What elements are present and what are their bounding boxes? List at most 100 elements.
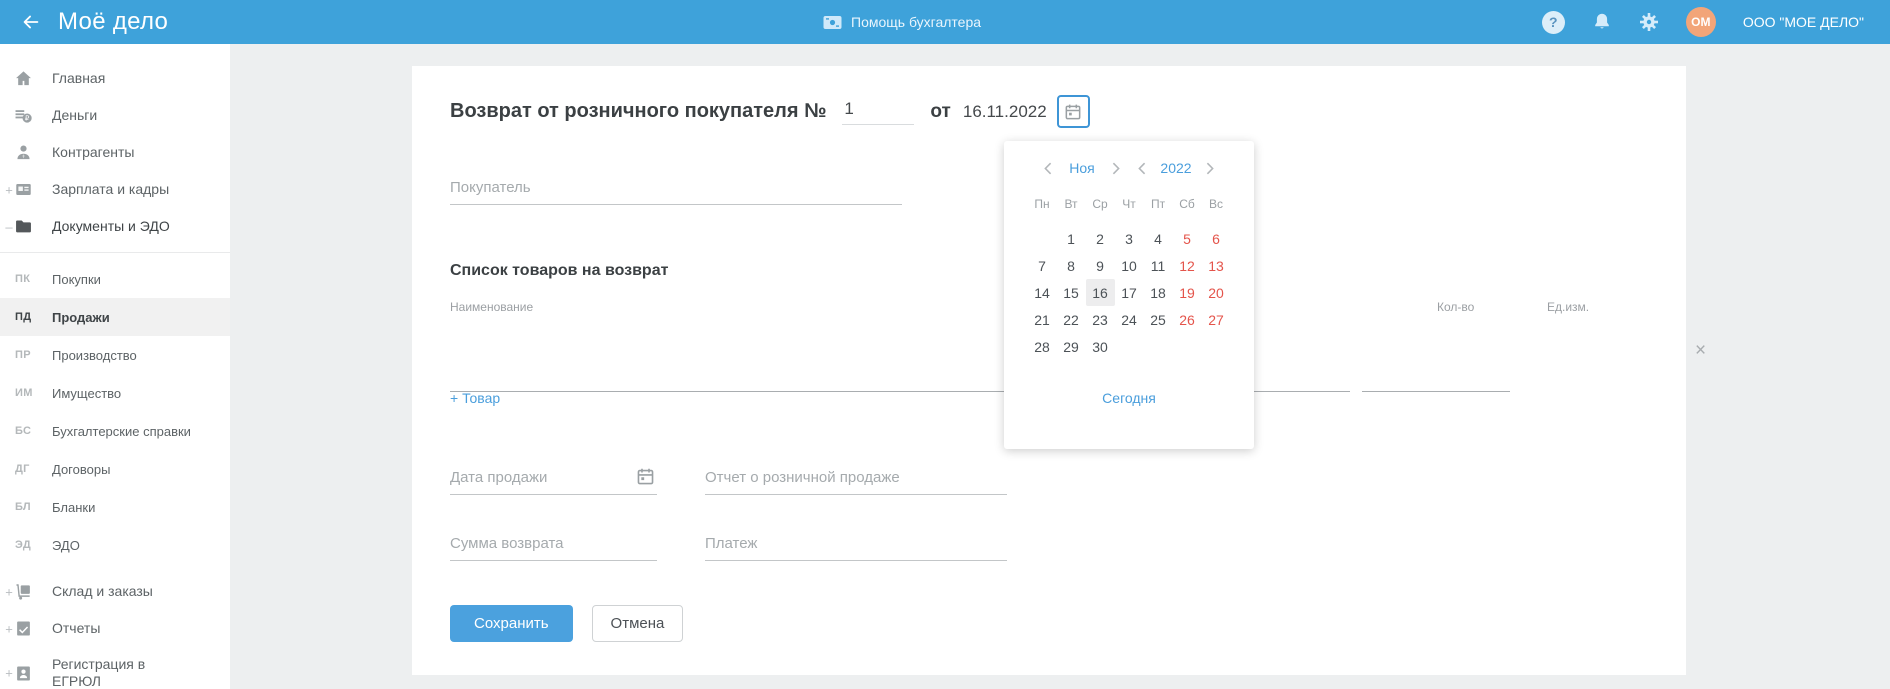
sidebar-item-salary[interactable]: + Зарплата и кадры (0, 171, 230, 208)
prev-year-chevron-icon[interactable] (1131, 159, 1153, 177)
sidebar-subitem-бл[interactable]: БЛ Бланки (0, 488, 230, 526)
contractors-icon (15, 144, 32, 161)
sidebar-subitem-эд[interactable]: ЭД ЭДО (0, 526, 230, 564)
weekday-header: Вт (1064, 197, 1078, 211)
calendar-day[interactable]: 27 (1202, 306, 1231, 333)
calendar-day[interactable]: 10 (1115, 252, 1144, 279)
next-month-chevron-icon[interactable] (1105, 159, 1127, 177)
back-arrow-icon[interactable] (20, 11, 42, 33)
subitem-prefix: БЛ (15, 501, 31, 513)
calendar-day[interactable]: 14 (1028, 279, 1057, 306)
calendar-day[interactable]: 25 (1144, 306, 1173, 333)
expand-indicator[interactable]: + (4, 666, 14, 681)
calendar-day[interactable]: 20 (1202, 279, 1231, 306)
expand-indicator[interactable]: + (4, 182, 14, 197)
calendar-day[interactable]: 29 (1057, 333, 1086, 360)
calendar-day[interactable]: 11 (1144, 252, 1173, 279)
sidebar-item-warehouse[interactable]: + Склад и заказы (0, 573, 230, 610)
calendar-day[interactable]: 6 (1202, 225, 1231, 252)
app-logo[interactable]: Моё дело (58, 8, 168, 36)
weekday-header: Вс (1208, 197, 1223, 211)
calendar-day[interactable]: 2 (1086, 225, 1115, 252)
column-label-quantity: Кол-во (1437, 300, 1475, 314)
document-number-input[interactable] (842, 98, 915, 125)
subitem-label: Продажи (52, 309, 110, 325)
calendar-day[interactable]: 13 (1202, 252, 1231, 279)
refund-amount-input[interactable] (450, 535, 657, 561)
page-title: Возврат от розничного покупателя № (450, 100, 827, 122)
date-picker-button[interactable] (1056, 95, 1090, 128)
sidebar-item-documents[interactable]: – Документы и ЭДО (0, 208, 230, 245)
accountant-help-link[interactable]: Помощь бухгалтера (823, 0, 981, 44)
expand-indicator[interactable]: – (4, 219, 14, 234)
subitem-prefix: ИМ (15, 387, 33, 399)
sidebar-item-label: Деньги (52, 107, 98, 123)
calendar-day[interactable]: 12 (1173, 252, 1202, 279)
calendar-day[interactable]: 19 (1173, 279, 1202, 306)
sidebar-subitem-пк[interactable]: ПК Покупки (0, 260, 230, 298)
calendar-day[interactable]: 8 (1057, 252, 1086, 279)
subitem-label: Производство (52, 347, 137, 363)
calendar-empty-cell (1173, 333, 1202, 360)
sidebar-item-label: Главная (52, 70, 106, 86)
reports-icon (15, 620, 32, 637)
calendar-day[interactable]: 16 (1085, 279, 1115, 306)
buyer-input[interactable] (450, 179, 902, 205)
calendar-month-label[interactable]: Ноя (1063, 160, 1101, 176)
sidebar-subitem-пд[interactable]: ПД Продажи (0, 298, 230, 336)
user-avatar[interactable]: ОМ (1685, 7, 1716, 37)
calendar-day[interactable]: 9 (1086, 252, 1115, 279)
sidebar-item-home[interactable]: Главная (0, 60, 230, 97)
retail-sale-report-input[interactable] (705, 469, 1007, 495)
calendar-day[interactable]: 26 (1173, 306, 1202, 333)
document-date-value[interactable]: 16.11.2022 (963, 102, 1047, 122)
delete-row-icon[interactable]: × (1695, 341, 1706, 360)
calendar-day[interactable]: 17 (1115, 279, 1144, 306)
add-product-link[interactable]: + Товар (450, 390, 500, 406)
sidebar-item-reports[interactable]: + Отчеты (0, 610, 230, 647)
calendar-day[interactable]: 22 (1057, 306, 1086, 333)
calendar-day[interactable]: 21 (1028, 306, 1057, 333)
sidebar-subitem-бс[interactable]: БС Бухгалтерские справки (0, 412, 230, 450)
expand-indicator[interactable]: + (4, 621, 14, 636)
next-year-chevron-icon[interactable] (1199, 159, 1221, 177)
payment-input[interactable] (705, 535, 1007, 561)
registration-icon (15, 665, 32, 682)
save-button[interactable]: Сохранить (450, 605, 573, 642)
calendar-day[interactable]: 5 (1173, 225, 1202, 252)
calendar-day[interactable]: 15 (1057, 279, 1086, 306)
sidebar: Главная ₽ Деньги Контрагенты + Зарплата и кад… (0, 44, 230, 689)
subitem-prefix: ДГ (15, 463, 30, 475)
prev-month-chevron-icon[interactable] (1037, 159, 1059, 177)
sidebar-item-registration[interactable]: + Регистрация в ЕГРЮЛ (0, 647, 230, 689)
calendar-day[interactable]: 3 (1115, 225, 1144, 252)
sidebar-subitem-пр[interactable]: ПР Производство (0, 336, 230, 374)
organization-name[interactable]: ООО "МОЕ ДЕЛО" (1743, 14, 1864, 30)
settings-gear-icon[interactable] (1639, 12, 1659, 32)
notifications-bell-icon[interactable] (1592, 12, 1612, 32)
product-quantity-input[interactable] (1362, 366, 1510, 392)
calendar-day[interactable]: 23 (1086, 306, 1115, 333)
sidebar-subitem-дг[interactable]: ДГ Договоры (0, 450, 230, 488)
expand-indicator[interactable]: + (4, 584, 14, 599)
sale-date-calendar-icon[interactable] (636, 467, 655, 486)
sale-date-input[interactable] (450, 469, 657, 495)
calendar-year-label[interactable]: 2022 (1157, 160, 1195, 176)
svg-text:₽: ₽ (25, 114, 30, 123)
cancel-button[interactable]: Отмена (591, 605, 684, 642)
calendar-day[interactable]: 24 (1115, 306, 1144, 333)
calendar-empty-cell (1028, 225, 1057, 252)
calendar-day[interactable]: 1 (1057, 225, 1086, 252)
calendar-day[interactable]: 7 (1028, 252, 1057, 279)
subitem-label: Имущество (52, 385, 122, 401)
calendar-today-link[interactable]: Сегодня (1004, 390, 1254, 406)
help-icon[interactable]: ? (1541, 10, 1565, 34)
calendar-day[interactable]: 28 (1028, 333, 1057, 360)
subitem-prefix: ПД (15, 311, 32, 323)
sidebar-item-contractors[interactable]: Контрагенты (0, 134, 230, 171)
calendar-day[interactable]: 30 (1086, 333, 1115, 360)
sidebar-subitem-им[interactable]: ИМ Имущество (0, 374, 230, 412)
calendar-day[interactable]: 18 (1144, 279, 1173, 306)
calendar-day[interactable]: 4 (1144, 225, 1173, 252)
sidebar-item-money[interactable]: ₽ Деньги (0, 97, 230, 134)
